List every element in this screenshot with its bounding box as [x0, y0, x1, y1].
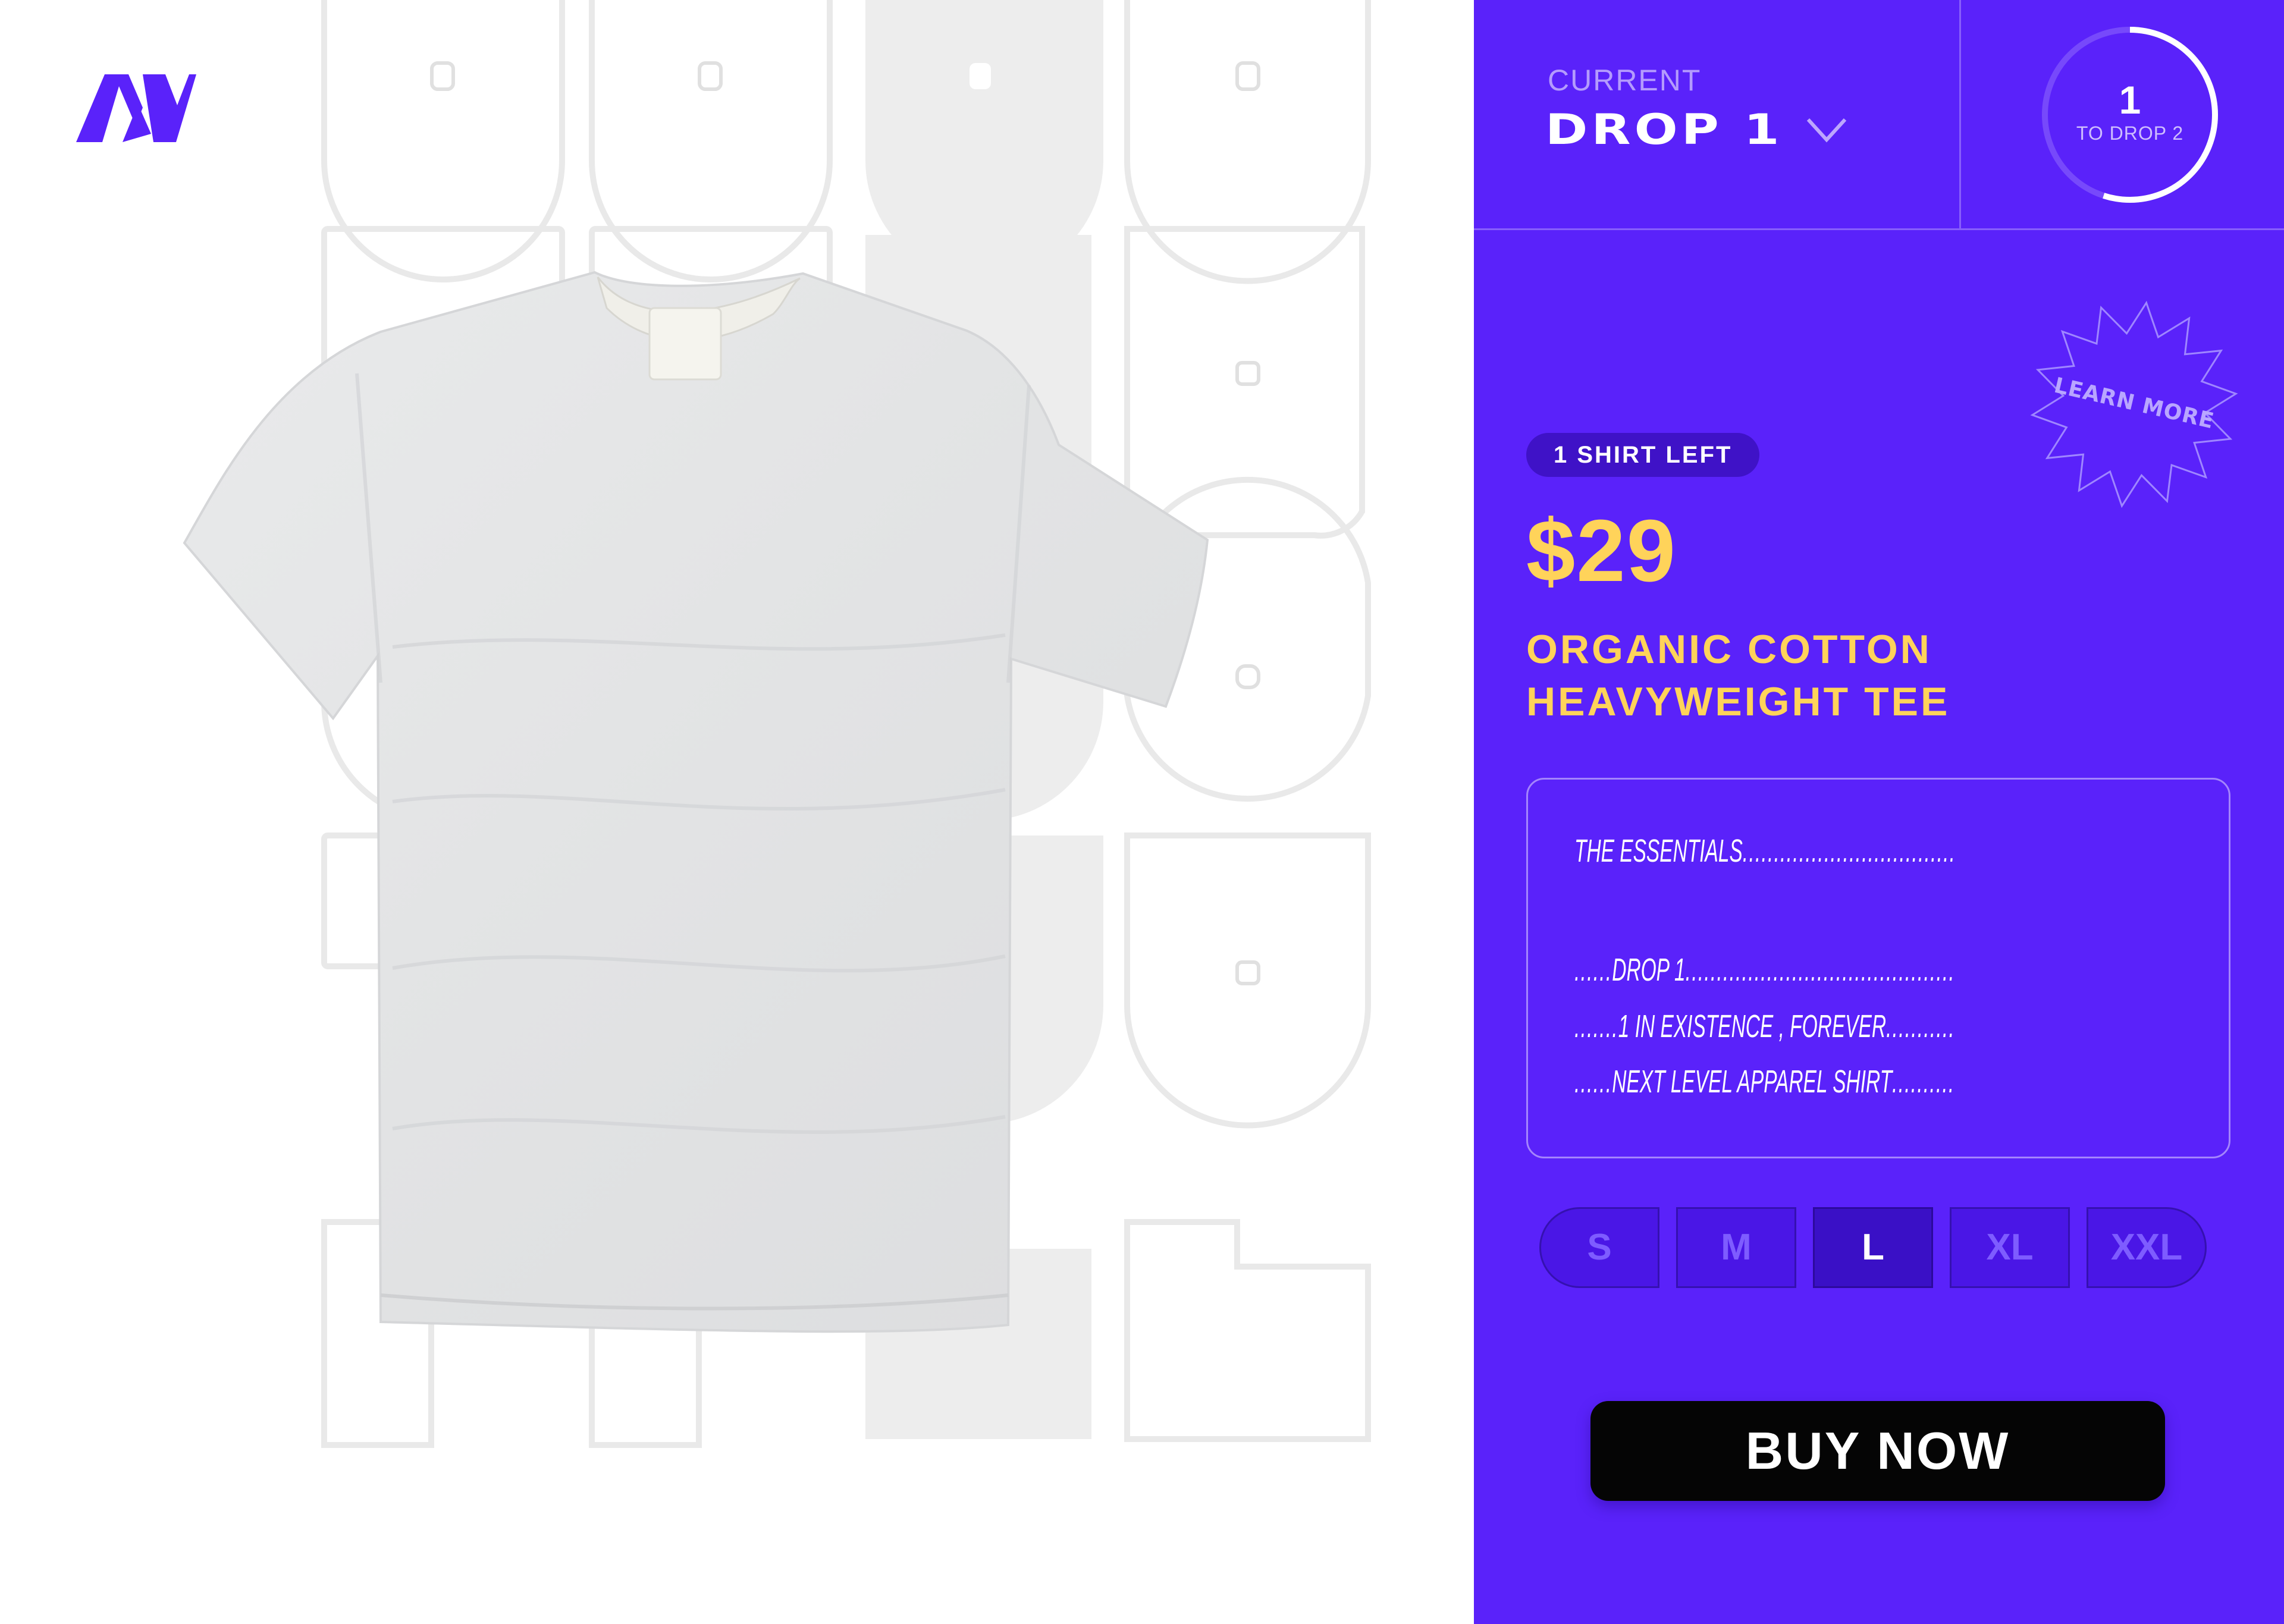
detail-line-apparel: ......NEXT LEVEL APPAREL SHIRT..........…: [1574, 1064, 1954, 1100]
detail-dots: ........................................…: [1886, 1009, 1954, 1044]
stock-badge: 1 SHIRT LEFT: [1526, 433, 1760, 477]
buy-now-button[interactable]: BUY NOW: [1590, 1401, 2165, 1501]
product-details-box: THE ESSENTIALS .........................…: [1526, 778, 2230, 1158]
countdown-label: TO DROP 2: [2076, 122, 2184, 144]
chevron-down-icon[interactable]: [1806, 116, 1847, 143]
detail-dots: ........................................…: [1892, 1064, 1954, 1100]
current-drop-label: CURRENT: [1548, 64, 1702, 97]
brand-logo-icon[interactable]: [76, 74, 196, 142]
detail-dots: ........................................…: [1742, 833, 1954, 869]
detail-dots: ........................................…: [1685, 952, 1954, 988]
drop-selector[interactable]: DROP 1: [1545, 100, 1847, 159]
drop-header: CURRENT DROP 1 1 TO DROP 2: [1474, 0, 2284, 230]
detail-text: NEXT LEVEL APPAREL SHIRT: [1612, 1064, 1893, 1100]
product-panel: CURRENT DROP 1 1 TO DROP 2 LEARN MORE 1 …: [1474, 0, 2284, 1624]
product-name: ORGANIC COTTON HEAVYWEIGHT TEE: [1526, 623, 1950, 728]
size-option-xxl[interactable]: XXL: [2087, 1207, 2207, 1288]
size-option-xl[interactable]: XL: [1950, 1207, 2070, 1288]
size-selector: S M L XL XXL: [1539, 1207, 2208, 1288]
drop-title: DROP 1: [1545, 105, 1783, 154]
header-divider: [1959, 0, 1961, 228]
detail-dots: ......: [1574, 952, 1612, 988]
product-price: $29: [1526, 502, 1677, 600]
detail-dots: .......: [1574, 1009, 1618, 1044]
size-option-s[interactable]: S: [1539, 1207, 1659, 1288]
detail-line-existence: .......1 IN EXISTENCE , FOREVER.........…: [1574, 1009, 1954, 1044]
t-shirt-image: [183, 271, 1209, 1333]
detail-text: DROP 1: [1612, 952, 1686, 988]
size-option-m[interactable]: M: [1676, 1207, 1796, 1288]
product-name-line1: ORGANIC COTTON: [1526, 627, 1932, 672]
detail-text: 1 IN EXISTENCE , FOREVER: [1618, 1009, 1887, 1044]
learn-more-badge[interactable]: LEARN MORE: [2021, 291, 2247, 517]
drop-countdown: 1 TO DROP 2: [2038, 23, 2222, 207]
size-option-l[interactable]: L: [1813, 1207, 1933, 1288]
detail-dots: ......: [1574, 1064, 1612, 1100]
detail-line-drop: ......DROP 1............................…: [1574, 952, 1954, 988]
detail-line-essentials: THE ESSENTIALS .........................…: [1574, 833, 1954, 869]
product-name-line2: HEAVYWEIGHT TEE: [1526, 679, 1950, 724]
product-showcase: [0, 0, 1474, 1624]
detail-text: THE ESSENTIALS: [1574, 833, 1743, 869]
countdown-number: 1: [2119, 78, 2141, 122]
